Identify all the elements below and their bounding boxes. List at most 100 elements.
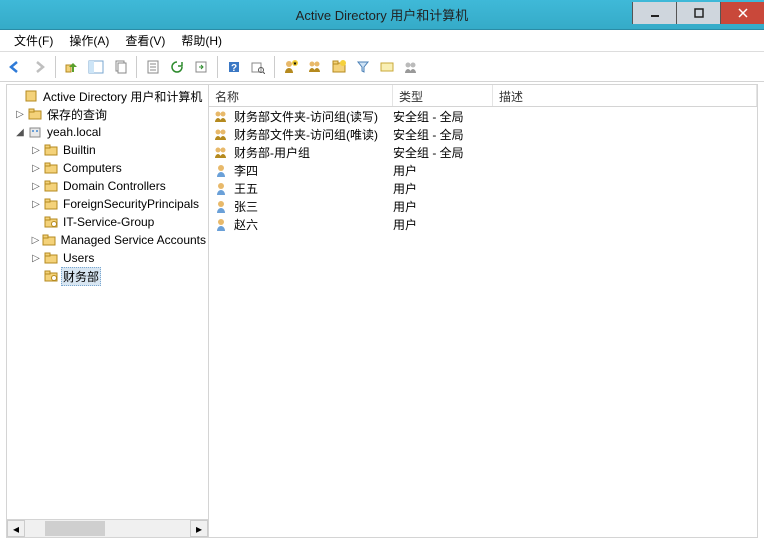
domain-icon — [27, 124, 43, 140]
back-button[interactable] — [4, 56, 26, 78]
tree-hscrollbar[interactable]: ◂ ▸ — [7, 519, 208, 537]
row-type: 用户 — [393, 162, 493, 179]
filter-icon[interactable] — [352, 56, 374, 78]
expand-icon[interactable]: ▷ — [29, 253, 43, 264]
row-name: 赵六 — [234, 216, 258, 233]
user-icon — [213, 198, 229, 214]
tree[interactable]: Active Directory 用户和计算机 ▷ 保存的查询 ◢ yeah.l… — [7, 85, 208, 519]
col-type[interactable]: 类型 — [393, 85, 493, 106]
search-box-icon[interactable] — [376, 56, 398, 78]
scroll-thumb[interactable] — [45, 521, 105, 536]
folder-icon — [43, 196, 59, 212]
toolbar: ? ★ — [0, 52, 764, 82]
tree-item-label: Computers — [61, 161, 124, 175]
maximize-button[interactable] — [676, 2, 720, 24]
tree-saved-queries[interactable]: ▷ 保存的查询 — [7, 105, 208, 123]
tree-item[interactable]: ▷ Domain Controllers — [7, 177, 208, 195]
list-row[interactable]: 张三用户 — [209, 197, 757, 215]
collapse-icon[interactable]: ◢ — [13, 127, 27, 138]
user-icon — [213, 216, 229, 232]
list-row[interactable]: 财务部文件夹-访问组(读写) 安全组 - 全局 — [209, 107, 757, 125]
expand-icon[interactable]: ▷ — [13, 109, 27, 120]
tree-item-label: ForeignSecurityPrincipals — [61, 197, 201, 211]
forward-button[interactable] — [28, 56, 50, 78]
list-row[interactable]: 赵六 用户 — [209, 215, 757, 233]
window-controls — [632, 6, 764, 24]
group-icon — [213, 108, 229, 124]
tree-item-label: Users — [61, 251, 96, 265]
tree-item[interactable]: ▷ Users — [7, 249, 208, 267]
tree-item-label: Managed Service Accounts — [59, 233, 208, 247]
title-bar: Active Directory 用户和计算机 — [0, 0, 764, 30]
folder-icon — [42, 232, 57, 248]
minimize-button[interactable] — [632, 2, 676, 24]
list-body[interactable]: 财务部文件夹-访问组(读写) 安全组 - 全局财务部文件夹-访问组(唯读) 安全组 … — [209, 107, 757, 537]
export-icon[interactable] — [190, 56, 212, 78]
show-hide-tree-button[interactable] — [85, 56, 107, 78]
tree-item-label: Domain Controllers — [61, 179, 168, 193]
mmc-icon — [23, 88, 39, 104]
menu-bar: 文件(F) 操作(A) 查看(V) 帮助(H) — [0, 30, 764, 52]
tree-item-label: 财务部 — [61, 267, 101, 286]
col-desc[interactable]: 描述 — [493, 85, 757, 106]
row-name: 财务部-用户组 — [234, 144, 310, 161]
list-pane: 名称 类型 描述 财务部文件夹-访问组(读写)安全组 - 全局财务部文件夹-访问… — [209, 85, 757, 537]
add-to-group-icon[interactable] — [400, 56, 422, 78]
tree-item[interactable]: ▷ Computers — [7, 159, 208, 177]
menu-file[interactable]: 文件(F) — [6, 30, 61, 51]
row-type: 用户 — [393, 198, 493, 215]
scroll-right-button[interactable]: ▸ — [190, 520, 208, 537]
new-ou-icon[interactable] — [328, 56, 350, 78]
expand-icon[interactable]: ▷ — [29, 181, 43, 192]
scroll-left-button[interactable]: ◂ — [7, 520, 25, 537]
find-icon[interactable] — [247, 56, 269, 78]
menu-action[interactable]: 操作(A) — [61, 30, 117, 51]
list-row[interactable]: 财务部文件夹-访问组(唯读) 安全组 - 全局 — [209, 125, 757, 143]
up-button[interactable] — [61, 56, 83, 78]
menu-view[interactable]: 查看(V) — [117, 30, 173, 51]
tree-item[interactable]: IT-Service-Group — [7, 213, 208, 231]
tree-domain[interactable]: ◢ yeah.local — [7, 123, 208, 141]
expand-icon[interactable]: ▷ — [29, 199, 43, 210]
tree-root[interactable]: Active Directory 用户和计算机 — [7, 87, 208, 105]
scroll-track[interactable] — [25, 520, 190, 537]
cut-icon[interactable] — [109, 56, 131, 78]
close-button[interactable] — [720, 2, 764, 24]
row-name: 李四 — [234, 162, 258, 179]
row-name: 财务部文件夹-访问组(读写) — [234, 108, 378, 125]
folder-icon — [43, 250, 59, 266]
svg-text:★: ★ — [293, 61, 298, 67]
tree-item-label: Builtin — [61, 143, 98, 157]
user-icon — [213, 162, 229, 178]
tree-item[interactable]: ▷ Builtin — [7, 141, 208, 159]
row-type: 安全组 - 全局 — [393, 144, 493, 161]
expand-icon[interactable]: ▷ — [29, 163, 43, 174]
refresh-icon[interactable] — [166, 56, 188, 78]
col-name[interactable]: 名称 — [209, 85, 393, 106]
list-header: 名称 类型 描述 — [209, 85, 757, 107]
properties-icon[interactable] — [142, 56, 164, 78]
row-type: 用户 — [393, 180, 493, 197]
tree-item[interactable]: 财务部 — [7, 267, 208, 285]
client-area: Active Directory 用户和计算机 ▷ 保存的查询 ◢ yeah.l… — [6, 84, 758, 538]
help-icon[interactable]: ? — [223, 56, 245, 78]
tree-item[interactable]: ▷ ForeignSecurityPrincipals — [7, 195, 208, 213]
row-type: 安全组 - 全局 — [393, 108, 493, 125]
row-name: 王五 — [234, 180, 258, 197]
row-type: 用户 — [393, 216, 493, 233]
list-row[interactable]: 财务部-用户组 安全组 - 全局 — [209, 143, 757, 161]
ou-icon — [43, 268, 59, 284]
new-group-icon[interactable] — [304, 56, 326, 78]
row-name: 财务部文件夹-访问组(唯读) — [234, 126, 378, 143]
tree-item-label: IT-Service-Group — [61, 215, 156, 229]
user-icon — [213, 180, 229, 196]
tree-item[interactable]: ▷ Managed Service Accounts — [7, 231, 208, 249]
list-row[interactable]: 王五 用户 — [209, 179, 757, 197]
menu-help[interactable]: 帮助(H) — [173, 30, 230, 51]
new-user-icon[interactable]: ★ — [280, 56, 302, 78]
list-row[interactable]: 李四 用户 — [209, 161, 757, 179]
expand-icon[interactable]: ▷ — [29, 145, 43, 156]
folder-icon — [43, 160, 59, 176]
row-type: 安全组 - 全局 — [393, 126, 493, 143]
expand-icon[interactable]: ▷ — [29, 235, 42, 246]
